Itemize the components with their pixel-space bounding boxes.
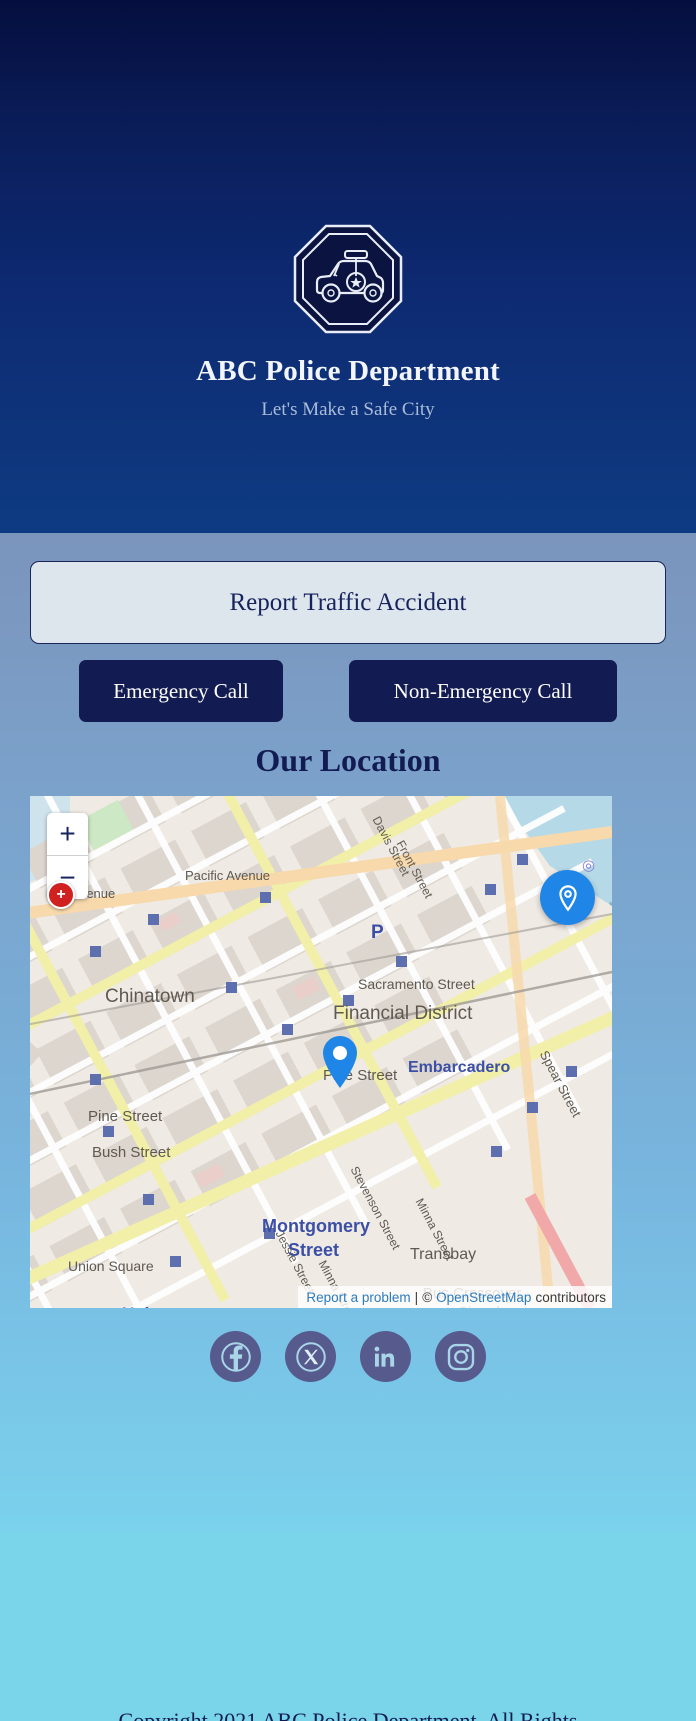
x-twitter-icon xyxy=(295,1341,326,1372)
copyright-symbol: © xyxy=(422,1289,433,1305)
openstreetmap-link[interactable]: OpenStreetMap xyxy=(436,1290,531,1305)
map-parking-label: P xyxy=(371,922,384,943)
page-root: ABC Police Department Let's Make a Safe … xyxy=(0,0,696,1721)
hero-tagline: Let's Make a Safe City xyxy=(261,399,435,420)
report-traffic-accident-label: Report Traffic Accident xyxy=(229,588,467,616)
non-emergency-call-button[interactable]: Non-Emergency Call xyxy=(349,660,617,722)
location-pin-icon xyxy=(558,884,577,911)
social-link-linkedin[interactable] xyxy=(360,1331,411,1382)
social-link-facebook[interactable] xyxy=(210,1331,261,1382)
page-title: ABC Police Department xyxy=(196,355,500,387)
our-location-heading: Our Location xyxy=(255,742,441,778)
map-marker-icon[interactable] xyxy=(318,1034,362,1090)
report-traffic-accident-button[interactable]: Report Traffic Accident xyxy=(30,561,666,644)
contributors-label: contributors xyxy=(535,1289,606,1305)
map-locate-button[interactable] xyxy=(540,870,595,925)
location-map[interactable]: Pacific Avenue k Avenue Davis Street Front … xyxy=(30,796,612,1308)
police-car-badge-icon xyxy=(293,224,403,334)
main-content: Report Traffic Accident Emergency Call N… xyxy=(0,533,696,1533)
map-zoom-in-label: + xyxy=(59,818,76,849)
social-links xyxy=(0,1331,696,1382)
copyright-text: Copyright 2021 ABC Police Department. Al… xyxy=(118,1708,578,1721)
map-parking-marker: P xyxy=(371,922,384,944)
map-alert-marker[interactable]: + xyxy=(47,881,75,909)
footer: Copyright 2021 ABC Police Department. Al… xyxy=(0,1533,696,1721)
facebook-icon xyxy=(220,1341,251,1372)
linkedin-icon xyxy=(374,1346,394,1367)
emergency-call-label: Emergency Call xyxy=(113,678,249,703)
hero-section: ABC Police Department Let's Make a Safe … xyxy=(0,0,696,533)
ferry-icon: ⚓ xyxy=(608,892,612,910)
map-zoom-in-button[interactable]: + xyxy=(47,813,88,856)
poi-icon: ◎ xyxy=(582,857,596,874)
emergency-call-button[interactable]: Emergency Call xyxy=(79,660,283,722)
call-buttons-row: Emergency Call Non-Emergency Call xyxy=(0,660,696,722)
map-attribution: Report a problem | © OpenStreetMap contr… xyxy=(298,1286,612,1308)
non-emergency-call-label: Non-Emergency Call xyxy=(393,678,573,703)
social-link-instagram[interactable] xyxy=(435,1331,486,1382)
attribution-separator: | xyxy=(414,1289,419,1305)
report-a-problem-link[interactable]: Report a problem xyxy=(306,1290,410,1305)
map-alert-label: + xyxy=(56,886,66,903)
social-link-x-twitter[interactable] xyxy=(285,1331,336,1382)
instagram-icon xyxy=(447,1343,474,1370)
